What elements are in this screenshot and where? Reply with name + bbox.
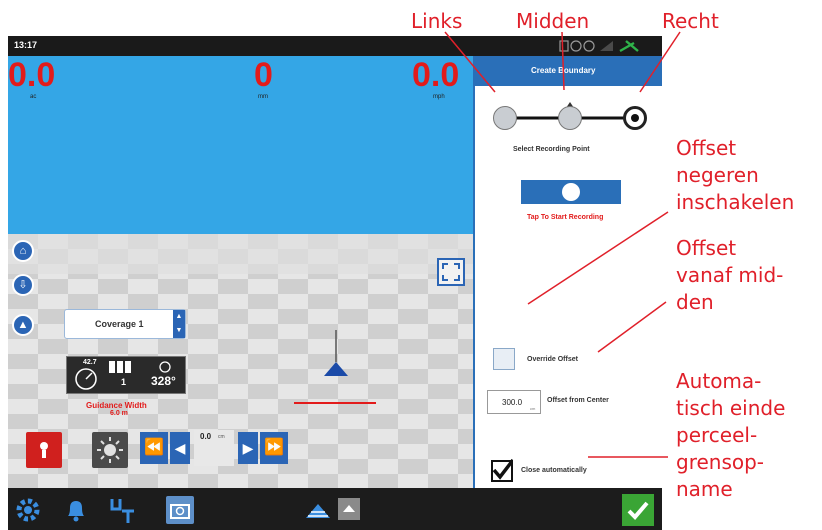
speed-readout: 0.0 <box>412 56 460 94</box>
bell-icon <box>68 501 84 522</box>
recording-toggle[interactable] <box>521 180 621 204</box>
callout-recht: Recht <box>662 9 719 33</box>
speed-gauge: 42.7 <box>69 359 103 391</box>
boundary-line <box>294 402 376 404</box>
settings-button[interactable] <box>14 496 42 524</box>
device-screen: 13:17 0.0 ac 0 mm 0.0 mph ⌂ ⇩ ▲ Coverage… <box>8 36 662 530</box>
callout-line: negeren <box>676 163 759 187</box>
confirm-button[interactable] <box>622 494 654 526</box>
nudge-left-button[interactable]: ◀ <box>170 432 190 464</box>
panel-header: Create Boundary <box>475 56 662 86</box>
sky-area: 0.0 ac 0 mm 0.0 mph <box>8 56 473 234</box>
callout-line: inschakelen <box>676 190 795 214</box>
gauge-cluster: 42.7 1 328° <box>66 356 186 394</box>
callout-links: Links <box>411 9 463 33</box>
guidance-width-label: Guidance Width <box>86 401 147 410</box>
callout-line: perceel- <box>676 423 758 447</box>
callout-line: tisch einde <box>676 396 786 420</box>
callout-line: Offset <box>676 236 737 260</box>
sections-value: 1 <box>121 377 127 387</box>
callout-line: den <box>676 290 714 314</box>
callout-line: Automa- <box>676 369 762 393</box>
guidance-width-value: 6.0 m <box>110 410 128 417</box>
close-automatically-label: Close automatically <box>521 467 587 474</box>
sun-icon <box>97 437 123 463</box>
recording-point-center[interactable] <box>558 106 582 130</box>
coverage-stepper[interactable]: ▲ ▼ <box>173 310 185 338</box>
rate-readout: 0 <box>254 56 273 94</box>
settings-gear-icon <box>16 498 40 522</box>
coverage-label: Coverage 1 <box>95 319 144 329</box>
offset-input-unit: cm <box>530 406 536 411</box>
heading-value: 328° <box>151 374 176 388</box>
offset-input[interactable]: 300.0 cm <box>487 390 541 414</box>
lighting-button[interactable] <box>92 432 128 468</box>
rate-unit: mm <box>258 94 268 100</box>
status-bar: 13:17 <box>8 36 662 56</box>
bottom-toolbar <box>8 488 662 530</box>
heading-gauge: 328° <box>147 359 183 391</box>
record-icon <box>40 442 48 458</box>
alerts-button[interactable] <box>62 496 90 524</box>
nudge-value: 0.0 <box>200 432 212 441</box>
vehicle-icon <box>316 330 356 386</box>
speed-gauge-value: 42.7 <box>83 359 97 366</box>
callout-midden: Midden <box>516 9 590 33</box>
camera-icon <box>170 504 190 519</box>
coverage-dropdown[interactable]: Coverage 1 ▲ ▼ <box>64 309 186 339</box>
callout-line: name <box>676 477 733 501</box>
camera-button[interactable] <box>166 496 194 524</box>
nudge-far-left-button[interactable]: ⏪ <box>140 432 168 464</box>
checkmark-icon <box>492 458 513 480</box>
tap-to-start-label: Tap To Start Recording <box>527 214 604 221</box>
callout-line: vanaf mid- <box>676 263 784 287</box>
checkmark-icon <box>627 501 649 520</box>
callout-line: Offset <box>676 136 737 160</box>
guidance-lines-icon <box>306 504 330 518</box>
nudge-far-right-button[interactable]: ⏩ <box>260 432 288 464</box>
recording-point-selector <box>491 96 649 136</box>
sections-icon <box>109 361 131 373</box>
pan-view-button[interactable]: ⇩ <box>12 274 34 296</box>
override-offset-checkbox[interactable] <box>493 348 515 370</box>
override-offset-label: Override Offset <box>527 356 578 363</box>
area-readout: 0.0 <box>8 56 56 94</box>
callout-line: grensop- <box>676 450 765 474</box>
speed-unit: mph <box>433 94 445 100</box>
nudge-control: ⏪ ◀ 0.0 cm ▶ ⏩ <box>140 428 290 468</box>
north-up-button[interactable]: ▲ <box>12 314 34 336</box>
chevron-up-icon <box>343 505 355 512</box>
area-unit: ac <box>30 94 37 100</box>
create-boundary-panel: Create Boundary Select Recording Point T… <box>473 56 662 488</box>
nudge-right-button[interactable]: ▶ <box>238 432 258 464</box>
ut-icon <box>110 499 134 523</box>
ut-button[interactable] <box>108 496 136 524</box>
offset-from-center-label: Offset from Center <box>547 397 609 404</box>
home-view-button[interactable]: ⌂ <box>12 240 34 262</box>
recording-point-left[interactable] <box>493 106 517 130</box>
zoom-extents-icon <box>442 263 460 281</box>
close-automatically-checkbox[interactable] <box>491 458 513 482</box>
callout-automatisch: Automa- tisch einde perceel- grensop- na… <box>676 368 785 503</box>
zoom-extents-button[interactable] <box>437 258 465 286</box>
status-time: 13:17 <box>14 40 38 50</box>
expand-toolbar-button[interactable] <box>338 498 360 520</box>
offset-input-value: 300.0 <box>502 398 523 407</box>
sections-gauge: 1 <box>107 359 143 391</box>
guidance-lines-button[interactable] <box>302 494 334 526</box>
status-icons <box>558 39 653 53</box>
panel-title: Create Boundary <box>531 66 596 75</box>
record-button[interactable] <box>26 432 62 468</box>
nudge-readout: 0.0 cm <box>194 430 234 466</box>
callout-offset-negeren: Offset negeren inschakelen <box>676 135 794 216</box>
heading-icon <box>159 361 171 373</box>
toggle-knob <box>562 183 580 201</box>
recording-point-right[interactable] <box>623 106 647 130</box>
select-recording-point-label: Select Recording Point <box>513 146 590 153</box>
nudge-unit: cm <box>218 434 225 440</box>
callout-offset-midden: Offset vanaf mid- den <box>676 235 783 316</box>
